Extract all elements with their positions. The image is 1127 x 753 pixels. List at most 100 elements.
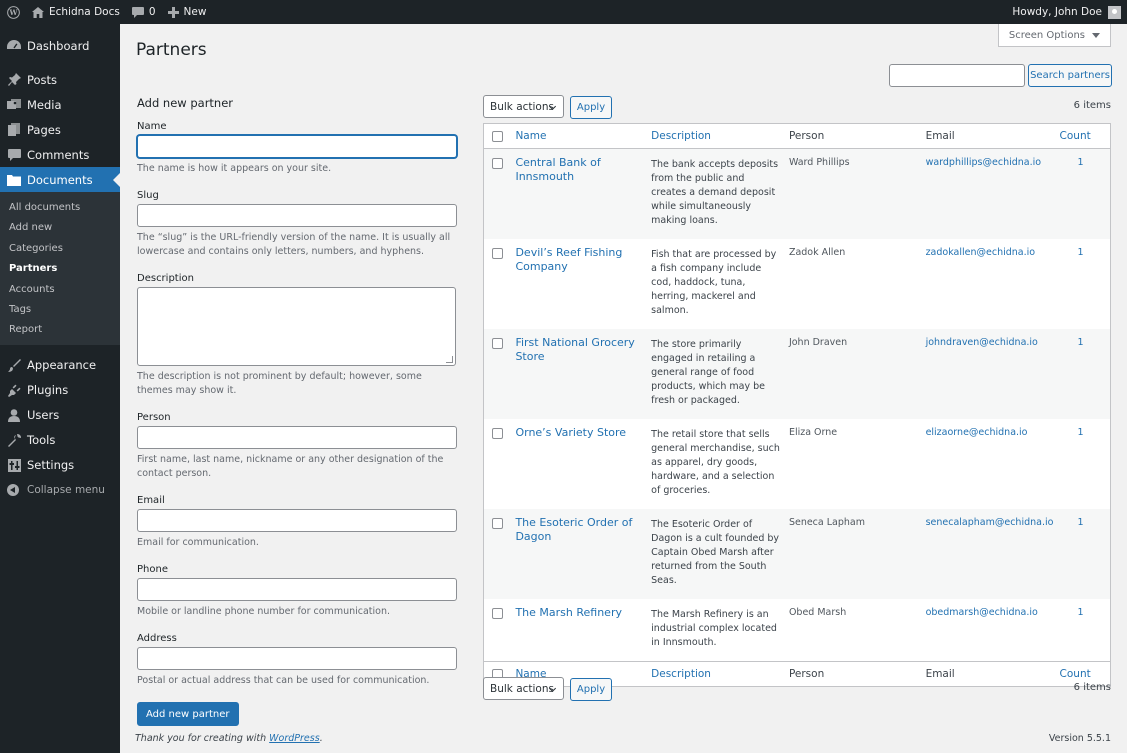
brush-icon [7,358,21,372]
row-checkbox[interactable] [492,158,503,169]
menu-posts[interactable]: Posts [0,67,120,92]
slug-field-group: Slug The “slug” is the URL-friendly vers… [137,190,459,259]
name-label: Name [137,121,167,132]
partner-name-link[interactable]: First National Grocery Store [515,329,651,364]
comments-count: 0 [148,6,156,18]
partner-count-link[interactable]: 1 [1060,239,1110,258]
apply-button-bottom[interactable]: Apply [570,678,612,701]
partner-email-link[interactable]: wardphillips@echidna.io [926,149,1060,168]
wordpress-link[interactable]: WordPress [269,733,320,744]
partner-email-link[interactable]: obedmarsh@echidna.io [926,599,1060,618]
wrench-icon [7,433,21,447]
plug-icon [7,383,21,397]
apply-button[interactable]: Apply [570,96,612,119]
table-row: First National Grocery Store The store p… [483,329,1111,419]
pin-icon [7,73,21,87]
partner-name-link[interactable]: The Marsh Refinery [515,599,651,620]
submenu-categories[interactable]: Categories [0,239,120,259]
partner-name-link[interactable]: Central Bank of Innsmouth [515,149,651,184]
name-field-group: Name The name is how it appears on your … [137,121,459,176]
menu-dashboard[interactable]: Dashboard [0,33,120,58]
folder-icon [7,173,21,187]
submenu-all-documents[interactable]: All documents [0,198,120,218]
name-field[interactable] [137,135,457,158]
menu-pages[interactable]: Pages [0,117,120,142]
name-hint: The name is how it appears on your site. [137,163,332,174]
bulk-actions-select-bottom[interactable]: Bulk actions [483,677,564,700]
submenu-tags[interactable]: Tags [0,300,120,320]
row-checkbox[interactable] [492,518,503,529]
person-label: Person [137,412,171,423]
tablenav-bottom: Bulk actions Apply 6 items [483,677,1111,701]
menu-media[interactable]: Media [0,92,120,117]
items-count-bottom: 6 items [1073,682,1111,693]
row-checkbox[interactable] [492,428,503,439]
column-person: Person [788,123,926,149]
slug-field[interactable] [137,204,457,227]
partner-name-link[interactable]: The Esoteric Order of Dagon [515,509,651,544]
select-all-checkbox[interactable] [492,130,503,142]
site-name-link[interactable]: Echidna Docs [26,0,126,24]
submenu-accounts[interactable]: Accounts [0,280,120,300]
comments-link[interactable]: 0 [126,0,162,24]
search-partners-button[interactable]: Search partners [1028,64,1112,87]
column-description-sort[interactable]: Description [651,130,711,142]
submenu-add-new[interactable]: Add new [0,218,120,238]
table-row: Central Bank of Innsmouth The bank accep… [483,148,1111,239]
menu-label: Pages [27,122,61,137]
my-account-link[interactable]: Howdy, John Doe [1006,0,1127,24]
partner-count-link[interactable]: 1 [1060,509,1110,528]
new-label: New [183,6,207,18]
partner-count-link[interactable]: 1 [1060,329,1110,348]
wordpress-logo-button[interactable]: W [0,0,26,24]
partner-email-link[interactable]: johndraven@echidna.io [926,329,1060,348]
description-field[interactable] [137,287,456,366]
phone-hint: Mobile or landline phone number for comm… [137,606,391,617]
menu-plugins[interactable]: Plugins [0,378,120,403]
partner-name-link[interactable]: Orne’s Variety Store [515,419,651,440]
column-name-sort[interactable]: Name [515,130,546,142]
person-field[interactable] [137,426,457,449]
menu-settings[interactable]: Settings [0,453,120,478]
menu-documents[interactable]: Documents [0,167,120,192]
form-heading: Add new partner [137,96,234,110]
menu-label: Documents [27,172,93,187]
table-row: Orne’s Variety Store The retail store th… [484,419,1111,509]
column-count-sort[interactable]: Count [1060,130,1091,142]
partner-count-link[interactable]: 1 [1060,419,1110,438]
partner-email-link[interactable]: senecalapham@echidna.io [926,509,1060,528]
phone-field-group: Phone Mobile or landline phone number fo… [137,564,459,619]
partner-description: The Marsh Refinery is an industrial comp… [651,609,777,648]
bulk-actions-select[interactable]: Bulk actions [483,95,564,118]
partner-name-link[interactable]: Devil’s Reef Fishing Company [515,239,651,274]
resize-handle-icon[interactable] [446,356,453,363]
row-checkbox[interactable] [492,248,503,259]
partner-count-link[interactable]: 1 [1060,599,1110,618]
submenu-report[interactable]: Report [0,320,120,340]
bulk-actions-value: Bulk actions [490,100,554,113]
column-email: Email [925,123,1060,149]
submenu-partners[interactable]: Partners [0,259,120,279]
search-input[interactable] [889,64,1025,87]
plus-icon [167,6,179,18]
new-content-link[interactable]: New [162,0,213,24]
address-field[interactable] [137,647,457,670]
menu-appearance[interactable]: Appearance [0,353,120,378]
person-hint: First name, last name, nickname or any o… [137,454,444,479]
comment-icon [7,148,21,162]
menu-comments[interactable]: Comments [0,142,120,167]
footer-thanks-text: Thank you for creating with [135,733,270,744]
collapse-menu-button[interactable]: Collapse menu [0,478,120,503]
partner-email-link[interactable]: elizaorne@echidna.io [926,419,1060,438]
menu-tools[interactable]: Tools [0,428,120,453]
add-new-partner-button[interactable]: Add new partner [137,702,239,726]
partner-count-link[interactable]: 1 [1060,149,1110,168]
screen-options-button[interactable]: Screen Options [997,24,1111,47]
row-checkbox[interactable] [492,608,503,619]
email-field[interactable] [137,509,457,532]
menu-users[interactable]: Users [0,403,120,428]
phone-field[interactable] [137,578,457,601]
row-checkbox[interactable] [492,338,503,349]
partner-email-link[interactable]: zadokallen@echidna.io [926,239,1060,258]
main-content: Screen Options Partners Search partners … [120,24,1127,753]
